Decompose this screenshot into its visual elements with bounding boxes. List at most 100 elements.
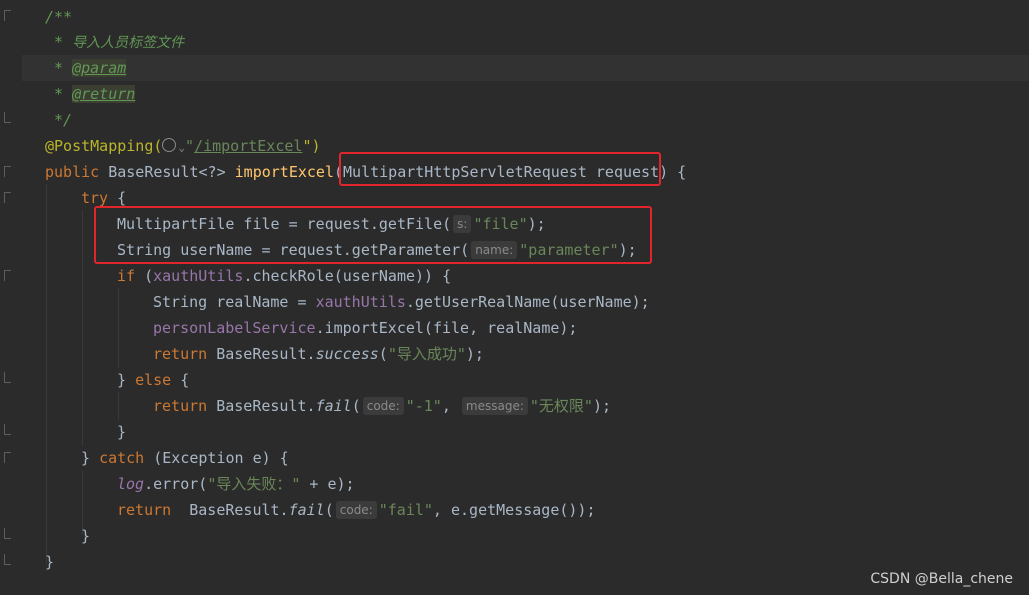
code-line-16[interactable]: return BaseResult.fail(code: "-1", messag… xyxy=(153,393,611,419)
keyword-else: else xyxy=(135,371,172,389)
doc-comment-prefix: * xyxy=(45,85,73,103)
code-text: ( xyxy=(351,397,361,415)
code-text: .getUserRealName(userName); xyxy=(405,293,650,311)
gutter xyxy=(0,0,22,595)
code-text: BaseResult. xyxy=(216,345,316,363)
indent-guide xyxy=(118,288,119,368)
doc-comment-end: */ xyxy=(45,111,73,129)
code-line-12[interactable]: String realName = xauthUtils.getUserReal… xyxy=(153,289,650,315)
static-method: success xyxy=(315,345,379,363)
method-name: importExcel xyxy=(234,163,334,181)
code-text: ( xyxy=(324,501,334,519)
param-hint: message: xyxy=(461,397,528,415)
keyword-try: try xyxy=(81,189,109,207)
code-line-2[interactable]: * 导入人员标签文件 xyxy=(45,29,184,55)
logger-field: log xyxy=(117,475,145,493)
fold-marker[interactable] xyxy=(4,528,11,539)
code-line-14[interactable]: return BaseResult.success("导入成功"); xyxy=(153,341,484,367)
indent-guide xyxy=(118,392,119,420)
string-quote: " xyxy=(185,137,195,155)
keyword-public: public xyxy=(45,163,109,181)
brace: } xyxy=(81,449,100,467)
code-line-1[interactable]: /** xyxy=(45,4,72,30)
code-text: .importExcel(file, realName); xyxy=(315,319,578,337)
code-text: ( xyxy=(378,345,388,363)
return-type: BaseResult<?> xyxy=(108,163,235,181)
code-line-18[interactable]: } catch (Exception e) { xyxy=(81,445,289,471)
string-literal: "导入失败：" xyxy=(207,475,301,493)
indent-guide xyxy=(46,184,47,564)
watermark: CSDN @Bella_chene xyxy=(870,571,1013,587)
field-ref: xauthUtils xyxy=(153,267,244,285)
code-line-15[interactable]: } else { xyxy=(117,367,189,393)
fold-marker[interactable] xyxy=(4,554,11,565)
code-text: , e.getMessage()); xyxy=(432,501,596,519)
highlight-box-body xyxy=(94,206,652,264)
doc-comment-start: /** xyxy=(45,8,73,26)
brace: } xyxy=(117,371,136,389)
indent-guide xyxy=(82,210,83,446)
doc-comment-text: 导入人员标签文件 xyxy=(72,35,185,51)
code-text: ); xyxy=(592,397,611,415)
code-text: , xyxy=(441,397,460,415)
code-editor[interactable]: /** * 导入人员标签文件 * @param * @return */ @Po… xyxy=(0,0,1029,595)
fold-marker[interactable] xyxy=(4,424,11,435)
endpoint-path-link[interactable]: /importExcel xyxy=(194,137,302,155)
brace: { xyxy=(171,371,190,389)
doc-param-tag: @param xyxy=(72,59,127,77)
code-line-19[interactable]: log.error("导入失败：" + e); xyxy=(117,471,355,497)
code-line-13[interactable]: personLabelService.importExcel(file, rea… xyxy=(153,315,577,341)
fold-marker[interactable] xyxy=(4,10,11,21)
code-line-20[interactable]: return BaseResult.fail(code: "fail", e.ge… xyxy=(117,497,595,523)
fold-marker[interactable] xyxy=(4,112,11,123)
annotation-postmapping: @PostMapping( xyxy=(45,137,163,155)
code-text: String realName = xyxy=(153,293,316,311)
code-text: ); xyxy=(465,345,484,363)
code-line-17[interactable]: } xyxy=(117,419,126,445)
field-ref: xauthUtils xyxy=(315,293,406,311)
code-line-11[interactable]: if (xauthUtils.checkRole(userName)) { xyxy=(117,263,451,289)
code-line-6[interactable]: @PostMapping(⌄"/importExcel") xyxy=(45,133,321,159)
code-text: .error( xyxy=(144,475,208,493)
doc-comment-prefix: * xyxy=(45,33,73,51)
annotation-close: ") xyxy=(302,137,321,155)
brace: } xyxy=(117,423,127,441)
code-text: .checkRole(userName)) { xyxy=(243,267,452,285)
fold-marker[interactable] xyxy=(4,192,11,203)
keyword-return: return xyxy=(153,397,217,415)
fold-marker[interactable] xyxy=(4,452,11,463)
static-method: fail xyxy=(315,397,352,415)
code-line-5[interactable]: */ xyxy=(45,107,72,133)
brace: { xyxy=(108,189,127,207)
doc-comment-prefix: * xyxy=(45,59,73,77)
keyword-if: if xyxy=(117,267,136,285)
code-line-4[interactable]: * @return xyxy=(45,81,136,107)
code-text: + e); xyxy=(300,475,355,493)
globe-icon[interactable] xyxy=(162,138,177,152)
param-hint: code: xyxy=(362,397,404,415)
keyword-return: return xyxy=(153,345,217,363)
static-method: fail xyxy=(288,501,325,519)
fold-marker[interactable] xyxy=(4,166,11,177)
string-literal: "导入成功" xyxy=(387,345,466,363)
code-text: BaseResult. xyxy=(216,397,316,415)
code-line-21[interactable]: } xyxy=(81,523,90,549)
string-literal: "fail" xyxy=(378,501,433,519)
code-text: (Exception e) { xyxy=(144,449,289,467)
doc-return-tag: @return xyxy=(72,85,136,103)
code-text: ( xyxy=(135,267,154,285)
highlight-box-param xyxy=(339,152,661,186)
param-hint: code: xyxy=(335,501,377,519)
fold-marker[interactable] xyxy=(4,270,11,281)
code-text: BaseResult. xyxy=(180,501,289,519)
string-literal: "-1" xyxy=(405,397,442,415)
fold-marker[interactable] xyxy=(4,372,11,383)
code-line-22[interactable]: } xyxy=(45,549,54,575)
current-line-highlight xyxy=(0,55,1029,81)
field-ref: personLabelService xyxy=(153,319,316,337)
keyword-catch: catch xyxy=(99,449,145,467)
code-line-3[interactable]: * @param xyxy=(45,55,127,81)
keyword-return: return xyxy=(117,501,181,519)
string-literal: "无权限" xyxy=(529,397,593,415)
brace: } xyxy=(45,553,55,571)
